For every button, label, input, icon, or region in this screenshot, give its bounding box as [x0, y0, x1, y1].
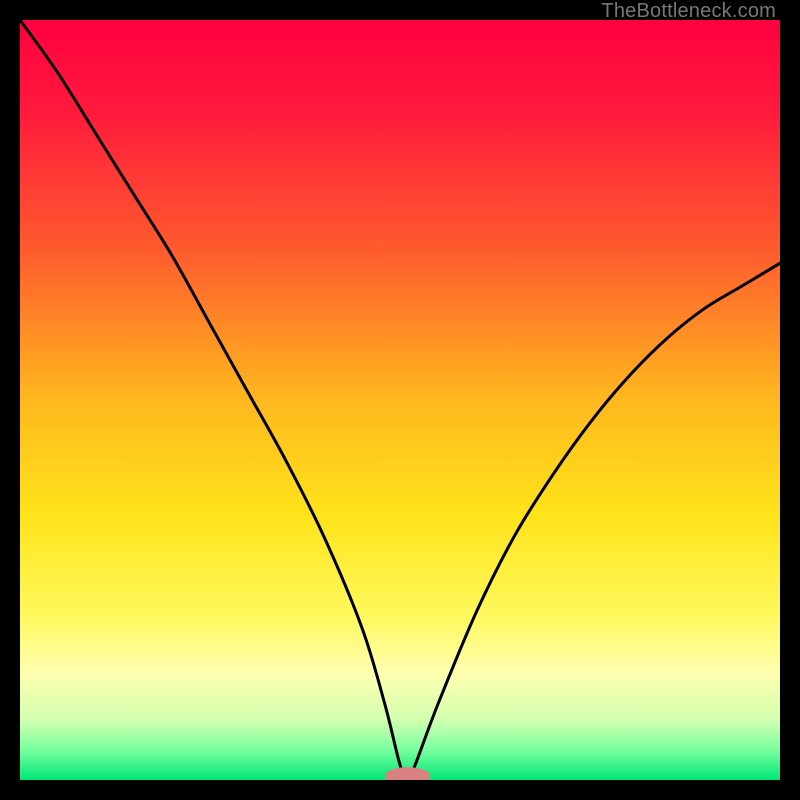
gradient-background [20, 20, 780, 780]
plot-area [20, 20, 780, 780]
bottleneck-chart [20, 20, 780, 780]
chart-frame: TheBottleneck.com [0, 0, 800, 800]
watermark-text: TheBottleneck.com [601, 0, 776, 23]
